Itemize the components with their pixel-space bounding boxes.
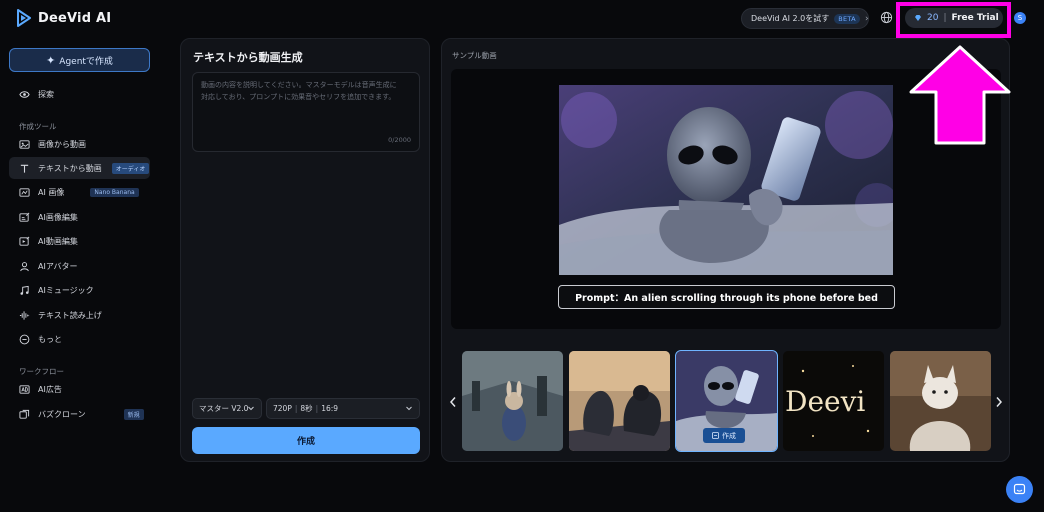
section-label-workflow: ワークフロー <box>19 367 64 376</box>
agent-button-label: Agentで作成 <box>59 56 113 67</box>
sidebar-item-label: テキスト読み上げ <box>38 310 102 320</box>
nano-banana-tag: Nano Banana <box>90 187 139 197</box>
create-with-agent-button[interactable]: ✦ Agentで作成 <box>9 48 150 72</box>
new-tag: 新規 <box>123 408 144 420</box>
try-label: DeeVid AI 2.0を試す <box>751 14 830 23</box>
try-deevid-2-button[interactable]: DeeVid AI 2.0を試す BETA › <box>741 8 869 29</box>
carousel-next-button[interactable] <box>994 395 1004 409</box>
video-settings-select[interactable]: 720P | 8秒 | 16:9 <box>266 398 420 419</box>
sidebar-item-ai-ads[interactable]: AI広告 <box>9 378 150 400</box>
chevron-down-icon <box>406 406 412 411</box>
sidebar-item-more[interactable]: もっと <box>9 328 150 350</box>
sidebar-item-text-to-video[interactable]: テキストから動画 オーディオ <box>9 157 150 179</box>
sidebar-item-label: AI動画編集 <box>38 236 78 246</box>
page-title: テキストから動画生成 <box>193 51 303 64</box>
logo-text: DeeVid AI <box>38 10 112 26</box>
chevron-down-icon <box>248 406 254 411</box>
arrow-up-annotation-icon <box>909 45 1011 145</box>
divider: | <box>315 404 319 413</box>
audio-tag: オーディオ <box>111 162 150 174</box>
prompt-placeholder-line-2: 対応しており、プロンプトに効果音やセリフを追加できます。 <box>201 93 396 101</box>
model-select[interactable]: マスター V2.0 <box>192 398 262 419</box>
sidebar-item-ai-avatar[interactable]: AIアバター <box>9 255 150 277</box>
logo[interactable]: DeeVid AI <box>16 9 111 27</box>
deevid-logo-icon <box>17 9 31 27</box>
waveform-icon <box>19 310 30 321</box>
sidebar-item-buzz-clone[interactable]: バズクローン 新規 <box>9 403 150 425</box>
chat-support-button[interactable] <box>1006 476 1033 503</box>
sidebar-item-ai-video-edit[interactable]: AI動画編集 <box>9 230 150 252</box>
thumbnail-create-button[interactable]: 作成 <box>703 428 745 443</box>
sidebar-item-ai-image-edit[interactable]: AI画像編集 <box>9 206 150 228</box>
sidebar-item-label: AI 画像 <box>38 187 65 197</box>
chat-icon <box>1013 483 1026 495</box>
model-value: マスター V2.0 <box>199 404 249 413</box>
thumbnail-create-label: 作成 <box>722 431 736 440</box>
sidebar-item-ai-music[interactable]: AIミュージック <box>9 279 150 301</box>
plus-icon: ✦ <box>46 53 56 67</box>
sidebar-item-label: AI広告 <box>38 384 62 394</box>
image-icon <box>19 139 30 150</box>
sidebar-item-label: 画像から動画 <box>38 139 86 149</box>
sidebar-item-text-to-speech[interactable]: テキスト読み上げ <box>9 304 150 326</box>
music-note-icon <box>19 285 30 296</box>
prompt-caption: Prompt：An alien scrolling through its ph… <box>558 285 895 309</box>
create-button[interactable]: 作成 <box>192 427 420 454</box>
sample-thumbnail[interactable] <box>890 351 991 451</box>
deevid-thumb-text: Deevi <box>785 385 865 418</box>
sidebar-item-ai-image[interactable]: AI 画像 Nano Banana <box>9 181 150 203</box>
carousel-prev-button[interactable] <box>448 395 458 409</box>
sidebar-item-label: 探索 <box>38 89 54 99</box>
chevron-right-icon <box>996 397 1003 407</box>
video-edit-icon <box>19 236 30 247</box>
image-edit-icon <box>19 212 30 223</box>
edit-icon <box>712 432 719 439</box>
char-counter: 0/2000 <box>388 136 411 144</box>
top-bar: DeeVid AI DeeVid AI 2.0を試す BETA › 20 | F… <box>0 0 1044 38</box>
ratio-value: 16:9 <box>321 404 339 413</box>
section-label-tools: 作成ツール <box>19 122 57 131</box>
alien-preview-image <box>559 85 893 275</box>
ad-icon <box>19 384 30 395</box>
sample-thumbnail-selected[interactable]: 作成 <box>675 350 778 452</box>
sample-thumbnail[interactable]: Deevi <box>783 351 884 451</box>
duration-value: 8秒 <box>300 404 313 413</box>
text-t-icon <box>19 163 30 174</box>
more-icon <box>19 334 30 345</box>
user-icon <box>19 261 30 272</box>
highlight-box <box>896 2 1011 38</box>
globe-icon[interactable] <box>880 11 893 24</box>
chevron-left-icon <box>449 397 456 407</box>
text-to-video-panel: テキストから動画生成 動画の内容を説明してください。マスターモデルは音声生成に … <box>180 38 430 462</box>
sidebar-item-label: AI画像編集 <box>38 212 78 222</box>
avatar[interactable]: S <box>1014 12 1026 24</box>
sidebar-item-image-to-video[interactable]: 画像から動画 <box>9 133 150 155</box>
sample-thumbnail[interactable] <box>462 351 563 451</box>
divider: | <box>294 404 298 413</box>
sidebar-item-label: バズクローン <box>38 409 86 419</box>
copy-icon <box>19 409 30 420</box>
sidebar-item-label: テキストから動画 <box>38 163 102 173</box>
sample-video-label: サンプル動画 <box>452 51 497 60</box>
sidebar-item-explore[interactable]: 探索 <box>9 83 150 105</box>
chevron-right-icon: › <box>864 13 869 24</box>
sidebar-item-label: AIアバター <box>38 261 78 271</box>
ai-image-icon <box>19 187 30 198</box>
beta-badge: BETA <box>834 13 860 24</box>
compass-icon <box>19 89 30 100</box>
sidebar-item-label: もっと <box>38 334 62 344</box>
sample-thumbnail[interactable] <box>569 351 670 451</box>
resolution-value: 720P <box>273 404 292 413</box>
prompt-placeholder-line-1: 動画の内容を説明してください。マスターモデルは音声生成に <box>201 81 397 89</box>
prompt-textarea[interactable]: 動画の内容を説明してください。マスターモデルは音声生成に 対応しており、プロンプ… <box>192 72 420 152</box>
sidebar-item-label: AIミュージック <box>38 285 94 295</box>
